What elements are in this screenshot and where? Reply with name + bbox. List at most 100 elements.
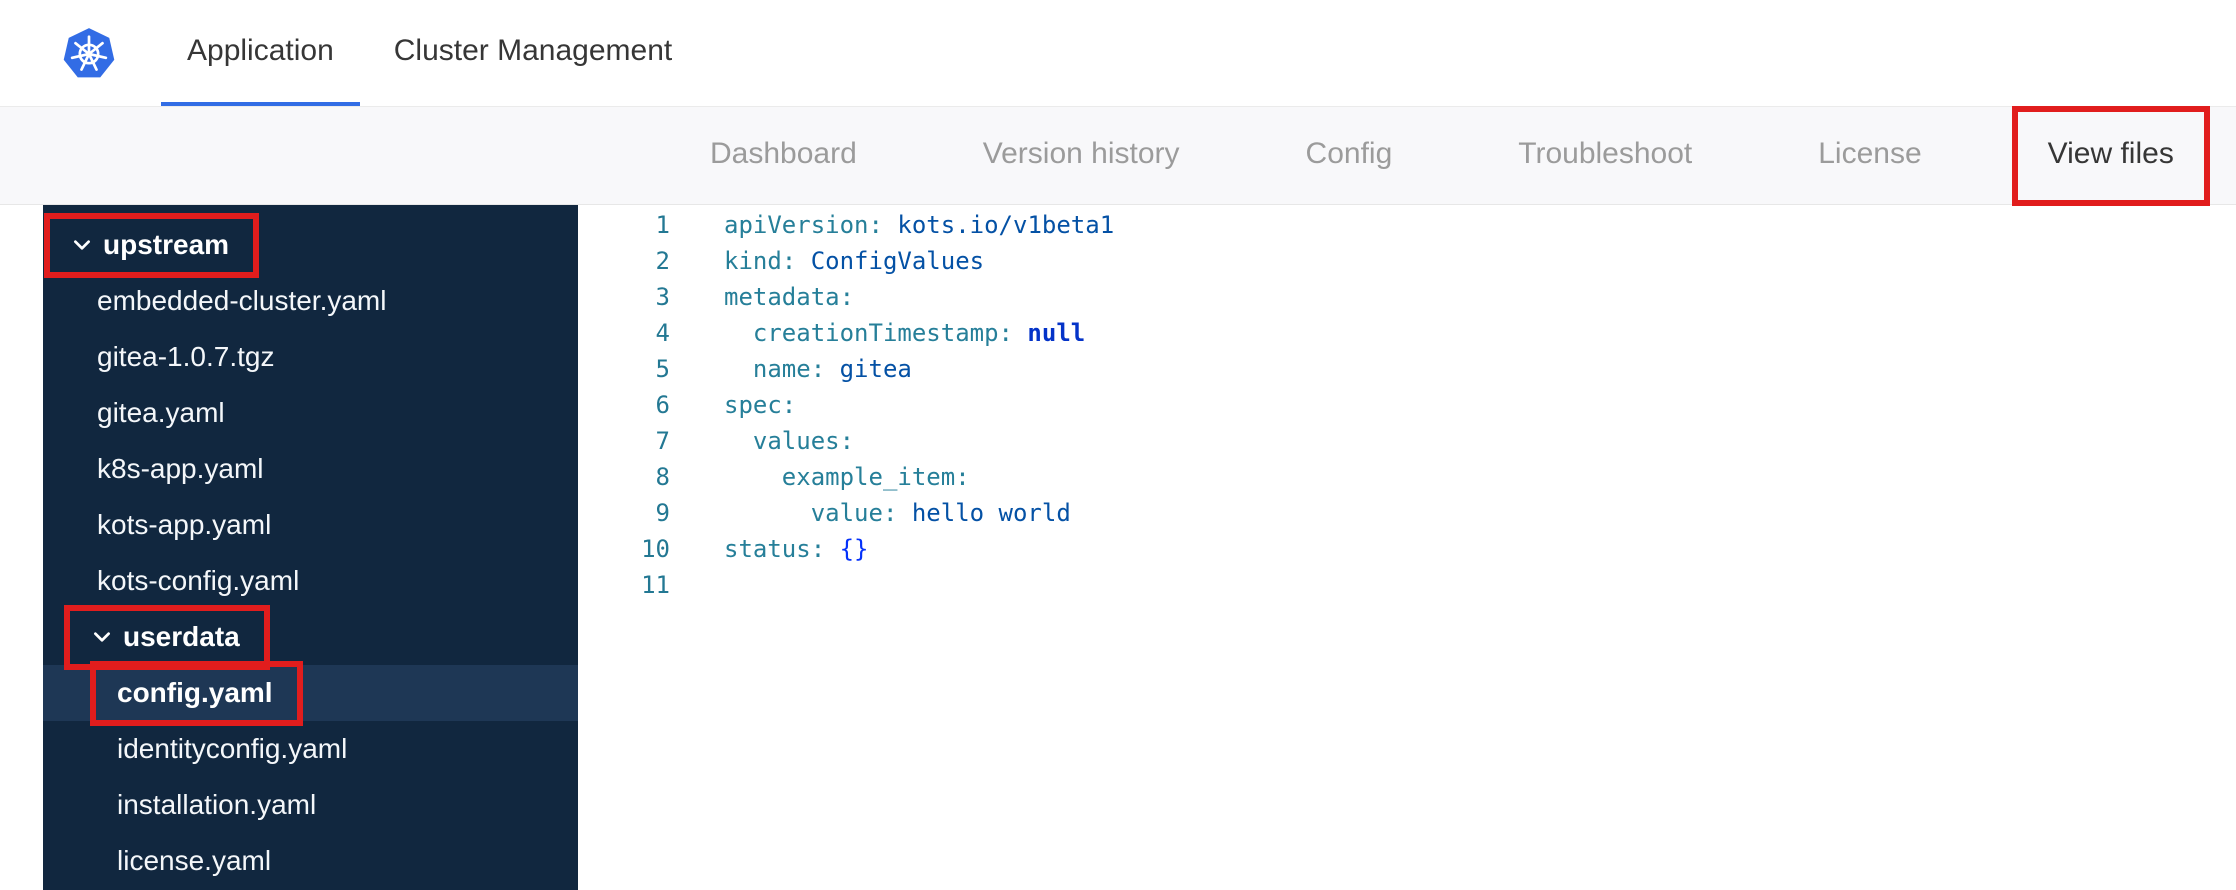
line-number: 10: [641, 535, 670, 563]
tree-item-content: license.yaml: [117, 833, 271, 889]
file-label: identityconfig.yaml: [117, 733, 348, 764]
code-token: status:: [724, 535, 826, 563]
tree-item-content: userdata: [91, 609, 240, 665]
code-text: example_item:: [670, 459, 970, 495]
top-tab-application[interactable]: Application: [161, 0, 360, 106]
code-line: 7 values:: [578, 423, 2236, 459]
code-text: spec:: [670, 387, 796, 423]
code-token: spec:: [724, 391, 797, 419]
code-text: metadata:: [670, 279, 854, 315]
tree-item-content: kots-app.yaml: [97, 497, 271, 553]
file-label: license.yaml: [117, 845, 272, 876]
line-number: 6: [655, 391, 670, 419]
line-number: 9: [655, 499, 670, 527]
chevron-down-icon: [71, 234, 93, 256]
file-label: config.yaml: [117, 677, 273, 708]
line-number: 8: [655, 463, 670, 491]
code-token: example_item:: [724, 463, 970, 491]
file-label: kots-config.yaml: [97, 565, 300, 596]
code-line: 8 example_item:: [578, 459, 2236, 495]
app-nav-items: Dashboard Version history Config Troublesho…: [694, 107, 2190, 204]
tree-item-content: gitea-1.0.7.tgz: [97, 329, 274, 385]
code-line: 2 kind: ConfigValues: [578, 243, 2236, 279]
tree-item-content: embedded-cluster.yaml: [97, 273, 386, 329]
code-line: 9 value: hello world: [578, 495, 2236, 531]
folder-label: upstream: [103, 229, 230, 260]
line-number: 11: [641, 571, 670, 599]
tree-item-userdata[interactable]: userdata: [43, 609, 578, 665]
code-line: 3 metadata:: [578, 279, 2236, 315]
tree-item-identityconfig-yaml[interactable]: identityconfig.yaml: [43, 721, 578, 777]
tree-item-content: gitea.yaml: [97, 385, 225, 441]
file-label: gitea.yaml: [97, 397, 225, 428]
app-nav: Dashboard Version history Config Troublesho…: [0, 107, 2236, 205]
line-number: 5: [655, 355, 670, 383]
kubernetes-logo-icon[interactable]: [62, 27, 116, 81]
line-number: 3: [655, 283, 670, 311]
nav-item-version-history[interactable]: Version history: [967, 107, 1196, 204]
tree-item-content: upstream: [71, 217, 229, 273]
nav-item-config[interactable]: Config: [1290, 107, 1409, 204]
line-number: 4: [655, 319, 670, 347]
code-line: 11: [578, 567, 2236, 603]
code-line: 1 apiVersion: kots.io/v1beta1: [578, 207, 2236, 243]
code-line: 10 status: {}: [578, 531, 2236, 567]
top-tab-cluster-management[interactable]: Cluster Management: [368, 0, 698, 106]
topbar-tabs: Application Cluster Management: [161, 0, 2236, 106]
file-label: k8s-app.yaml: [97, 453, 264, 484]
chevron-down-icon: [91, 626, 113, 648]
tree-item-k8s-app-yaml[interactable]: k8s-app.yaml: [43, 441, 578, 497]
file-label: gitea-1.0.7.tgz: [97, 341, 275, 372]
tree-item-kots-config-yaml[interactable]: kots-config.yaml: [43, 553, 578, 609]
code-token: kots.io/v1beta1: [882, 211, 1115, 239]
code-token: null: [1012, 319, 1086, 347]
code-token: metadata:: [724, 283, 855, 311]
kots-admin-console: Application Cluster Management Dashboard V…: [0, 0, 2236, 890]
code-token: values:: [724, 427, 855, 455]
folder-label: userdata: [123, 621, 240, 652]
file-label: kots-app.yaml: [97, 509, 272, 540]
code-line: 4 creationTimestamp: null: [578, 315, 2236, 351]
nav-item-license[interactable]: License: [1802, 107, 1937, 204]
code-editor[interactable]: 1 apiVersion: kots.io/v1beta1 2 kind: Confi…: [578, 205, 2236, 890]
code-token: gitea: [825, 355, 912, 383]
code-token: apiVersion:: [724, 211, 883, 239]
code-token: name:: [724, 355, 826, 383]
file-label: installation.yaml: [117, 789, 317, 820]
topbar: Application Cluster Management: [0, 0, 2236, 107]
line-number: 1: [655, 211, 670, 239]
nav-item-dashboard[interactable]: Dashboard: [694, 107, 873, 204]
code-text: status: {}: [670, 531, 869, 567]
code-text: kind: ConfigValues: [670, 243, 984, 279]
tree-item-gitea-yaml[interactable]: gitea.yaml: [43, 385, 578, 441]
code-text: values:: [670, 423, 854, 459]
tree-item-installation-yaml[interactable]: installation.yaml: [43, 777, 578, 833]
tree-item-config-yaml[interactable]: config.yaml: [43, 665, 578, 721]
code-token: {}: [839, 535, 869, 563]
main-body: upstream embedded-cluster.yaml gitea-1.0.7…: [0, 205, 2236, 890]
code-line: 6 spec:: [578, 387, 2236, 423]
tree-item-content: installation.yaml: [117, 777, 316, 833]
code-text: name: gitea: [670, 351, 912, 387]
code-token: kind:: [724, 247, 797, 275]
tree-item-upstream[interactable]: upstream: [43, 217, 578, 273]
file-tree[interactable]: upstream embedded-cluster.yaml gitea-1.0.7…: [43, 205, 578, 890]
code-text: apiVersion: kots.io/v1beta1: [670, 207, 1114, 243]
tree-item-kots-app-yaml[interactable]: kots-app.yaml: [43, 497, 578, 553]
code-token: hello world: [897, 499, 1071, 527]
nav-item-troubleshoot[interactable]: Troubleshoot: [1502, 107, 1708, 204]
code-line: 5 name: gitea: [578, 351, 2236, 387]
tree-item-embedded-cluster-yaml[interactable]: embedded-cluster.yaml: [43, 273, 578, 329]
tree-item-license-yaml[interactable]: license.yaml: [43, 833, 578, 889]
code-token: value:: [724, 499, 898, 527]
code-token: ConfigValues: [796, 247, 985, 275]
tree-item-content: kots-config.yaml: [97, 553, 299, 609]
tree-item-content: identityconfig.yaml: [117, 721, 347, 777]
nav-item-view-files[interactable]: View files: [2031, 107, 2190, 204]
file-label: embedded-cluster.yaml: [97, 285, 387, 316]
tree-item-gitea-1-0-7-tgz[interactable]: gitea-1.0.7.tgz: [43, 329, 578, 385]
tree-item-content: config.yaml: [117, 665, 273, 721]
tree-item-content: k8s-app.yaml: [97, 441, 264, 497]
